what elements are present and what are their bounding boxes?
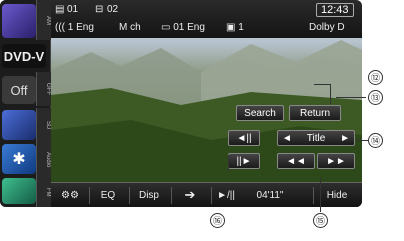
- bottom-bar: ⚙⚙ EQ Disp ➔ ►/|| 04'11" Hide: [51, 182, 362, 207]
- tab-audio[interactable]: Audio: [36, 142, 51, 178]
- chapter-number: 02: [107, 4, 119, 15]
- chapter-icon: ⊟: [95, 4, 104, 15]
- source-icon-purple[interactable]: [2, 4, 36, 38]
- divider: [89, 187, 90, 204]
- title-prev-arrow[interactable]: ◄: [282, 133, 292, 144]
- rewind-button[interactable]: ◄◄: [277, 153, 315, 169]
- previous-button[interactable]: ◄||: [228, 130, 260, 146]
- tab-fm[interactable]: FM: [36, 178, 51, 207]
- audio-language[interactable]: ((( 1 Eng: [55, 22, 94, 33]
- callout-15: ⑮: [313, 213, 328, 228]
- clock: 12:43: [316, 3, 354, 17]
- eq-button[interactable]: EQ: [91, 186, 125, 204]
- callout-line-16: [228, 155, 229, 171]
- bluetooth-icon[interactable]: ✱: [2, 144, 36, 174]
- step-forward-button[interactable]: ||►: [228, 153, 260, 169]
- head-unit-display: AM OFF SD Audio FM DVD-V Off ✱ ▤ 01 ⊟ 02…: [0, 0, 362, 207]
- source-sidebar: AM OFF SD Audio FM DVD-V Off ✱: [0, 0, 51, 207]
- title-number: 01: [67, 4, 79, 15]
- divider: [313, 187, 314, 204]
- angle-indicator[interactable]: ▣ 1: [226, 22, 244, 33]
- divider: [171, 187, 172, 204]
- title-label: Title: [306, 132, 326, 144]
- callout-13: ⑬: [368, 90, 383, 105]
- callout-line-14: [356, 140, 368, 141]
- title-next-arrow[interactable]: ►: [340, 133, 350, 144]
- fast-forward-button[interactable]: ►►: [317, 153, 355, 169]
- audio-channels: M ch: [119, 22, 141, 33]
- callout-line-12h: [314, 84, 330, 85]
- dvd-source-label[interactable]: DVD-V: [2, 44, 46, 68]
- callout-14: ⑭: [368, 133, 383, 148]
- title-icon: ▤: [55, 4, 65, 15]
- off-button[interactable]: Off: [2, 76, 36, 104]
- tab-am[interactable]: AM: [36, 0, 51, 40]
- disp-button[interactable]: Disp: [131, 186, 167, 204]
- return-button[interactable]: Return: [289, 105, 341, 121]
- callout-12: ⑫: [368, 70, 383, 85]
- tab-off[interactable]: OFF: [36, 72, 51, 106]
- callout-16: ⑯: [210, 213, 225, 228]
- title-selector: ◄ Title ►: [277, 130, 355, 146]
- sd-source-icon[interactable]: [2, 110, 36, 140]
- source-icon-green[interactable]: [2, 178, 36, 204]
- dolby-indicator: Dolby D: [309, 22, 345, 33]
- tab-sd[interactable]: SD: [36, 108, 51, 142]
- search-button[interactable]: Search: [236, 105, 284, 121]
- settings-icon[interactable]: ⚙⚙: [55, 186, 85, 204]
- divider: [129, 187, 130, 204]
- elapsed-time: 04'11": [256, 189, 284, 201]
- subtitle-language[interactable]: ▭ 01 Eng: [161, 22, 205, 33]
- callout-line-15: [320, 178, 321, 212]
- bluetooth-glyph: ✱: [12, 151, 26, 168]
- status-bar: ▤ 01 ⊟ 02 12:43 ((( 1 Eng M ch ▭ 01 Eng …: [51, 0, 362, 38]
- callout-line-12: [330, 84, 331, 104]
- hide-button[interactable]: Hide: [317, 186, 357, 204]
- callout-line-13: [336, 97, 366, 98]
- arrow-icon[interactable]: ➔: [173, 186, 207, 204]
- screen: ▤ 01 ⊟ 02 12:43 ((( 1 Eng M ch ▭ 01 Eng …: [51, 0, 362, 207]
- play-pause-button[interactable]: ►/||: [213, 186, 239, 204]
- divider: [211, 187, 212, 204]
